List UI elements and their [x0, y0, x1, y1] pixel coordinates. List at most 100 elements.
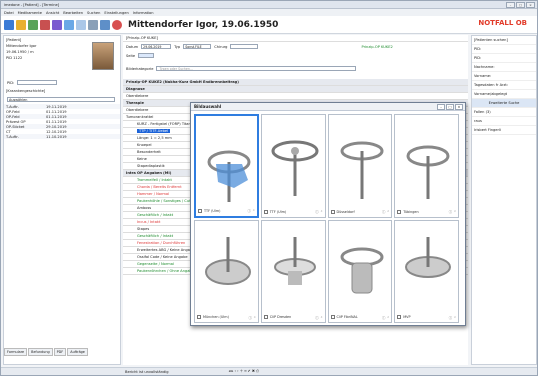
search-field-tagesdaten[interactable]: Tagesdaten fr Arzt: [472, 81, 536, 90]
caption-text: TTF (Ulm) [204, 208, 221, 213]
select-checkbox[interactable] [198, 208, 202, 213]
zoom-icon[interactable]: ⌕ [321, 209, 323, 214]
document-icon[interactable] [40, 19, 50, 30]
select-checkbox[interactable] [263, 315, 268, 319]
search-field-pid[interactable]: PID: [472, 45, 536, 54]
prosthesis-image [406, 145, 450, 199]
search-field-pid2[interactable]: PID: [472, 54, 536, 63]
info-icon[interactable]: ⓘ [248, 315, 251, 320]
left-panel: [Patient] Mittendorfer Igor 19.06.1950 /… [3, 35, 121, 365]
image-caption: MVP ⓘ ⌕ [397, 314, 456, 320]
prosthesis-image [207, 150, 251, 202]
select-checkbox[interactable] [197, 315, 201, 319]
zoom-icon[interactable]: ⌕ [387, 209, 389, 214]
image-caption: Düsseldorf ⓘ ⌕ [330, 209, 389, 215]
zoom-icon[interactable]: ⌕ [454, 209, 456, 214]
info-icon[interactable]: ⓘ [382, 315, 385, 320]
image-tile[interactable]: TTF (Ulm) ⓘ ⌕ [194, 114, 259, 218]
dialog-close-button[interactable]: × [455, 104, 463, 110]
seite-toggle[interactable] [138, 53, 155, 58]
menu-suchen[interactable]: Suchen [87, 11, 100, 15]
caption-text: TTF (Ulm) [269, 209, 287, 214]
incomplete-checkbox-label[interactable]: Bericht ist unvollständig [125, 370, 169, 374]
select-checkbox[interactable] [330, 209, 335, 214]
patient-name: Mittendorfer Igor, 19.06.1950 [128, 19, 279, 30]
close-button[interactable]: × [526, 2, 535, 8]
image-tile[interactable]: Düsseldorf ⓘ ⌕ [327, 114, 393, 218]
menu-einstellungen[interactable]: Einstellungen [104, 11, 128, 15]
info-icon[interactable]: ⓘ [449, 315, 452, 320]
dialog-maximize-button[interactable]: □ [446, 104, 454, 110]
patient-search-title: [Patienten suchen] [472, 36, 536, 45]
tab-formulare[interactable]: Formulare [4, 348, 28, 356]
maximize-button[interactable]: □ [516, 2, 525, 8]
chirurg-label: Chirurg [214, 44, 228, 49]
chart-icon[interactable] [28, 19, 38, 30]
list-item[interactable]: T-Auftr. 11.10.2019 [4, 134, 120, 139]
extended-search-button[interactable]: Erweiterte Suche [472, 99, 536, 108]
toolbar: Mittendorfer Igor, 19.06.1950 [1, 16, 537, 34]
tab-befundung[interactable]: Befundung [28, 348, 53, 356]
info-icon[interactable]: ⓘ [382, 209, 385, 214]
image-icon[interactable] [100, 19, 110, 30]
menu-datei[interactable]: Datei [4, 11, 14, 15]
pid-input[interactable] [17, 80, 58, 85]
datum-input[interactable]: 29.06.2019 [141, 44, 172, 49]
image-search-input[interactable]: Typen oder Suchen... [156, 66, 357, 71]
zoom-icon[interactable]: ⌕ [454, 315, 456, 320]
info-icon[interactable]: ⓘ [315, 315, 318, 320]
menu-ansicht[interactable]: Ansicht [46, 11, 59, 15]
calendar-icon[interactable] [52, 19, 62, 30]
scan-icon[interactable] [76, 19, 86, 30]
patient-photo [92, 42, 114, 70]
image-tile[interactable]: CliP FibriNAL ⓘ ⌕ [327, 219, 393, 323]
search-field-vorname-abgelegt[interactable]: Vorname/abgelegt [472, 90, 536, 99]
zoom-icon[interactable]: ⌕ [253, 208, 255, 213]
select-checkbox[interactable] [397, 315, 402, 319]
chirurg-select[interactable] [230, 44, 259, 49]
history-header: [Kraankengeschichte] [6, 89, 46, 93]
select-checkbox[interactable] [397, 209, 402, 214]
form-title: [Prinzip-OP KUKE] [123, 35, 468, 42]
folder-icon[interactable] [16, 19, 26, 30]
typ-select[interactable]: Sonst.FILE [183, 44, 212, 49]
image-tile[interactable]: TTF (Ulm) ⓘ ⌕ [260, 114, 326, 218]
result-row[interactable]: raus [472, 117, 536, 126]
navigation-icons[interactable]: ◂ ▸ ‹ › ＋ ═ ✔ ✖ ⎙ [229, 369, 259, 374]
caption-text: MVP [403, 315, 411, 319]
image-caption: TTF (Ulm) ⓘ ⌕ [198, 208, 255, 214]
patient-icon[interactable] [4, 19, 14, 30]
form-section-item[interactable]: Oberdiebere [123, 93, 468, 100]
zoom-icon[interactable]: ⌕ [254, 315, 256, 320]
caption-text: Düsseldorf [336, 209, 355, 214]
result-row[interactable]: Irisbert Fingerli [472, 126, 536, 135]
history-search-input[interactable]: Auswählen [7, 97, 115, 102]
alert-icon[interactable] [112, 19, 122, 30]
dialog-minimize-button[interactable]: – [437, 104, 445, 110]
notfall-label[interactable]: NOTFALL OB [478, 19, 527, 27]
tab-auftraege[interactable]: Aufträge [67, 348, 88, 356]
search-field-vorname[interactable]: Vorname: [472, 72, 536, 81]
image-caption: München (Ulm) ⓘ ⌕ [197, 314, 256, 320]
image-tile[interactable]: München (Ulm) ⓘ ⌕ [194, 219, 259, 323]
print-icon[interactable] [64, 19, 74, 30]
menu-information[interactable]: Information [133, 11, 154, 15]
form-section-item[interactable]: Diagnose [123, 86, 468, 93]
image-tile[interactable]: Tübingen ⓘ ⌕ [394, 114, 459, 218]
info-icon[interactable]: ⓘ [315, 209, 318, 214]
image-tile[interactable]: MVP ⓘ ⌕ [394, 219, 459, 323]
menu-bearbeiten[interactable]: Bearbeiten [63, 11, 83, 15]
search-field-nachname[interactable]: Nachname: [472, 63, 536, 72]
info-icon[interactable]: ⓘ [247, 208, 250, 213]
minimize-button[interactable]: – [506, 2, 515, 8]
result-row[interactable]: Fallen (3) [472, 108, 536, 117]
menu-medikamente[interactable]: Medikamente [18, 11, 42, 15]
zoom-icon[interactable]: ⌕ [321, 315, 323, 320]
image-tile[interactable]: CliP Dresden ⓘ ⌕ [260, 219, 326, 323]
info-icon[interactable]: ⓘ [449, 209, 452, 214]
settings-icon[interactable] [88, 19, 98, 30]
select-checkbox[interactable] [330, 315, 335, 319]
select-checkbox[interactable] [263, 209, 268, 214]
zoom-icon[interactable]: ⌕ [387, 315, 389, 320]
tab-pdf[interactable]: PDF [53, 348, 67, 356]
